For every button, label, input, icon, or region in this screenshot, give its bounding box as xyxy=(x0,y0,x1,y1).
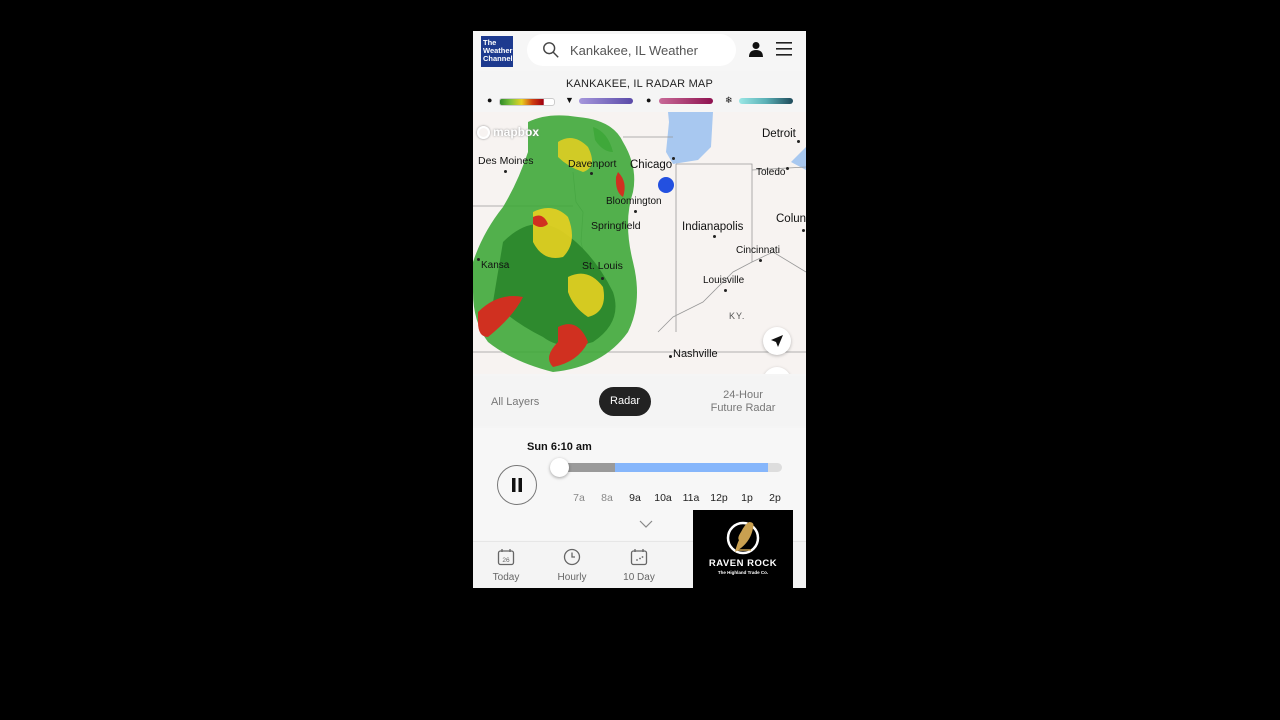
city-label: Indianapolis xyxy=(682,221,744,233)
city-label: St. Louis xyxy=(582,260,623,272)
mapbox-text: mapbox xyxy=(493,125,540,139)
tab-future-line2: Future Radar xyxy=(710,402,776,414)
city-label: Springfield xyxy=(591,220,641,232)
tick-label: 7a xyxy=(573,492,585,504)
city-label: Kansa xyxy=(481,260,510,271)
city-label: Bloomington xyxy=(606,196,662,207)
freezing-drop-icon: ● xyxy=(646,95,652,105)
city-label: Nashville xyxy=(673,348,718,360)
city-dot xyxy=(504,170,507,173)
layer-tabs: All Layers Radar 24-Hour Future Radar xyxy=(473,376,806,426)
nav-hourly-label: Hourly xyxy=(557,572,587,583)
current-time-label: Sun 6:10 am xyxy=(527,441,592,453)
city-label: Chicago xyxy=(630,159,673,171)
tick-label: 11a xyxy=(682,492,700,504)
search-input[interactable]: Kankakee, IL Weather xyxy=(527,34,736,66)
radar-map-title: KANKAKEE, IL RADAR MAP xyxy=(565,78,714,90)
calendar-day-icon: 26 xyxy=(497,549,515,566)
city-label: Toledo xyxy=(756,167,786,178)
legend-bar-freezing xyxy=(659,98,713,104)
city-label: Colun xyxy=(776,213,806,225)
calendar-badge: 26 xyxy=(502,557,510,564)
ice-icon: ▼ xyxy=(565,95,574,105)
city-dot xyxy=(724,289,727,292)
weather-app-screen: The Weather Channel Kankakee, IL Weather… xyxy=(473,31,806,588)
tick-label: 9a xyxy=(629,492,641,504)
nav-today[interactable]: 26 Today xyxy=(481,548,531,583)
tick-label: 12p xyxy=(710,492,728,504)
city-dot xyxy=(477,258,480,261)
radar-precip xyxy=(473,115,637,372)
mapbox-attribution[interactable]: mapbox xyxy=(477,125,539,139)
weather-channel-logo[interactable]: The Weather Channel xyxy=(481,36,513,67)
map-base xyxy=(473,112,806,372)
city-dot xyxy=(601,277,604,280)
city-label: Davenport xyxy=(568,158,617,170)
state-label: KY. xyxy=(729,311,746,321)
tab-radar[interactable]: Radar xyxy=(599,387,651,416)
tick-label: 8a xyxy=(601,492,613,504)
legend-bar-rain xyxy=(499,98,555,106)
city-dot xyxy=(797,140,800,143)
nav-hourly[interactable]: Hourly xyxy=(547,548,597,583)
ad-title: RAVEN ROCK xyxy=(708,558,778,569)
raven-rock-logo-overlay: RAVEN ROCK The Highland Trade Co. xyxy=(693,510,793,588)
city-dot xyxy=(802,229,805,232)
calendar-icon xyxy=(630,549,648,566)
pause-icon xyxy=(512,478,522,492)
locate-button[interactable] xyxy=(763,327,791,355)
tab-future-radar[interactable]: 24-Hour Future Radar xyxy=(703,389,783,415)
legend-bar-snow xyxy=(739,98,793,104)
search-text: Kankakee, IL Weather xyxy=(570,42,698,58)
timeline-future xyxy=(615,463,768,472)
raindrop-icon: ● xyxy=(487,95,493,105)
city-dot xyxy=(590,172,593,175)
app-header: The Weather Channel Kankakee, IL Weather xyxy=(473,31,806,71)
city-dot xyxy=(786,167,789,170)
tick-label: 1p xyxy=(741,492,753,504)
current-location-marker[interactable] xyxy=(658,177,674,193)
tick-label: 2p xyxy=(769,492,781,504)
city-dot xyxy=(669,355,672,358)
raven-bird-icon xyxy=(726,521,760,555)
nav-today-label: Today xyxy=(492,572,520,583)
mapbox-logo-icon xyxy=(477,125,490,139)
ad-subtitle: The Highland Trade Co. xyxy=(717,570,769,575)
nav-10-day-label: 10 Day xyxy=(623,572,655,583)
city-dot xyxy=(759,259,762,262)
user-icon[interactable] xyxy=(748,41,764,57)
city-dot xyxy=(672,157,675,160)
clock-icon xyxy=(563,548,581,566)
city-label: Des Moines xyxy=(478,155,534,167)
timeline-thumb[interactable] xyxy=(550,458,569,477)
city-dot xyxy=(713,235,716,238)
snowflake-icon: ❄ xyxy=(725,95,733,105)
logo-line: Channel xyxy=(483,54,513,63)
search-icon xyxy=(543,42,559,58)
navigation-arrow-icon xyxy=(771,335,783,347)
tab-all-layers[interactable]: All Layers xyxy=(491,396,539,408)
tick-label: 10a xyxy=(654,492,672,504)
city-label: Louisville xyxy=(703,275,745,286)
legend-bar-mix xyxy=(579,98,633,104)
timeline-slider[interactable] xyxy=(553,463,782,472)
tab-future-line1: 24-Hour xyxy=(723,389,763,401)
nav-10-day[interactable]: 10 Day xyxy=(614,548,664,583)
radar-map[interactable]: mapbox Des Moines Davenport Chicago Detr… xyxy=(473,112,806,374)
precip-legend: ● ▼ ● ❄ xyxy=(473,95,806,107)
lake-erie xyxy=(791,147,806,170)
chevron-down-icon[interactable] xyxy=(639,520,653,528)
city-label: Detroit xyxy=(762,128,796,140)
pause-button[interactable] xyxy=(497,465,537,505)
city-label: Cincinnati xyxy=(736,245,780,256)
hamburger-menu-icon[interactable] xyxy=(776,42,792,56)
city-dot xyxy=(634,210,637,213)
